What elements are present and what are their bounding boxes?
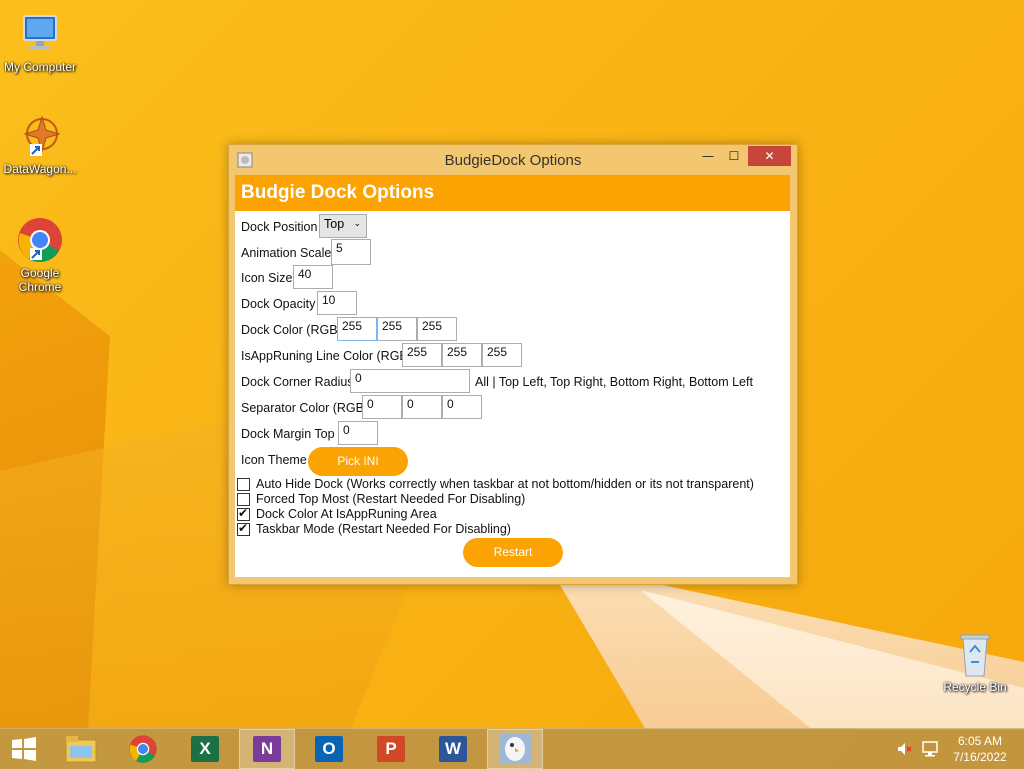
dock-color-r-input[interactable]: 255 xyxy=(337,317,377,341)
taskbar-outlook[interactable]: O xyxy=(301,729,357,769)
line-color-g-input[interactable]: 255 xyxy=(442,343,482,367)
taskbar: X N O P W 6:05 AM 7/16/2022 xyxy=(0,728,1024,769)
icon-size-label: Icon Size xyxy=(241,271,293,285)
chrome-icon xyxy=(16,216,64,264)
volume-muted-icon[interactable] xyxy=(896,741,912,760)
auto-hide-checkbox[interactable] xyxy=(237,478,250,491)
computer-icon xyxy=(16,10,64,58)
taskbar-mode-label[interactable]: Taskbar Mode (Restart Needed For Disabli… xyxy=(256,522,511,536)
corner-radius-input[interactable]: 0 xyxy=(350,369,470,393)
dock-color-area-label[interactable]: Dock Color At IsAppRuning Area xyxy=(256,507,437,521)
window-titlebar[interactable]: BudgieDock Options — ☐ ✕ xyxy=(229,145,797,175)
restart-button[interactable]: Restart xyxy=(463,538,563,567)
folder-icon xyxy=(65,736,97,763)
dock-position-label: Dock Position xyxy=(241,220,318,234)
corner-radius-label: Dock Corner Radius xyxy=(241,375,354,389)
datawagon-icon xyxy=(16,112,64,160)
clock[interactable]: 6:05 AM 7/16/2022 xyxy=(948,733,1012,765)
taskbar-excel[interactable]: X xyxy=(177,729,233,769)
taskbar-onenote[interactable]: N xyxy=(239,729,295,769)
clock-date: 7/16/2022 xyxy=(953,750,1007,764)
start-button[interactable] xyxy=(0,729,48,769)
desktop-icon-label: My Computer xyxy=(3,60,77,74)
line-color-label: IsAppRuning Line Color (RGB) xyxy=(241,349,412,363)
dock-color-label: Dock Color (RGB) xyxy=(241,323,342,337)
animation-scale-input[interactable]: 5 xyxy=(331,239,371,265)
taskbar-budgiedock[interactable] xyxy=(487,729,543,769)
taskbar-chrome[interactable] xyxy=(115,729,171,769)
icon-size-input[interactable]: 40 xyxy=(293,265,333,289)
desktop-icon-datawagon[interactable]: DataWagon... xyxy=(0,112,80,176)
dock-opacity-input[interactable]: 10 xyxy=(317,291,357,315)
outlook-icon: O xyxy=(315,736,343,762)
margin-top-input[interactable]: 0 xyxy=(338,421,378,445)
dock-position-value: Top xyxy=(324,217,345,231)
chevron-down-icon: ⌄ xyxy=(353,218,361,228)
network-icon[interactable] xyxy=(921,741,939,760)
dock-color-b-input[interactable]: 255 xyxy=(417,317,457,341)
dock-color-g-input[interactable]: 255 xyxy=(377,317,417,341)
windows-logo-icon xyxy=(12,737,36,761)
separator-color-b-input[interactable]: 0 xyxy=(442,395,482,419)
corner-radius-hint: All | Top Left, Top Right, Bottom Right,… xyxy=(475,375,753,389)
taskbar-mode-checkbox[interactable] xyxy=(237,521,250,536)
desktop-icon-recycle-bin[interactable]: Recycle Bin xyxy=(935,630,1015,694)
line-color-r-input[interactable]: 255 xyxy=(402,343,442,367)
onenote-icon: N xyxy=(253,736,281,762)
close-button[interactable]: ✕ xyxy=(748,146,791,166)
page-header: Budgie Dock Options xyxy=(235,175,790,211)
auto-hide-label[interactable]: Auto Hide Dock (Works correctly when tas… xyxy=(256,477,754,491)
taskbar-file-explorer[interactable] xyxy=(53,729,109,769)
forced-top-most-label[interactable]: Forced Top Most (Restart Needed For Disa… xyxy=(256,492,525,506)
dock-opacity-label: Dock Opacity xyxy=(241,297,316,311)
window-client: Budgie Dock Options Dock Position Top ⌄ … xyxy=(235,175,790,577)
taskbar-powerpoint[interactable]: P xyxy=(363,729,419,769)
dock-position-select[interactable]: Top ⌄ xyxy=(319,214,367,238)
line-color-b-input[interactable]: 255 xyxy=(482,343,522,367)
taskbar-word[interactable]: W xyxy=(425,729,481,769)
minimize-button[interactable]: — xyxy=(695,146,721,166)
chrome-icon xyxy=(129,735,157,763)
word-icon: W xyxy=(439,736,467,762)
icon-theme-label: Icon Theme xyxy=(241,453,307,467)
desktop-icon-label: Recycle Bin xyxy=(943,680,1007,694)
desktop-icon-label: Google Chrome xyxy=(18,266,62,294)
dock-color-area-checkbox[interactable] xyxy=(237,506,250,521)
desktop-icon-label: DataWagon... xyxy=(3,162,77,176)
recycle-bin-icon xyxy=(951,630,999,678)
separator-color-label: Separator Color (RGB) xyxy=(241,401,369,415)
clock-time: 6:05 AM xyxy=(957,734,1003,748)
animation-scale-label: Animation Scale xyxy=(241,246,332,260)
separator-color-r-input[interactable]: 0 xyxy=(362,395,402,419)
budgie-icon xyxy=(499,734,531,764)
desktop-icon-my-computer[interactable]: My Computer xyxy=(0,10,80,74)
desktop-icon-google-chrome[interactable]: Google Chrome xyxy=(0,216,80,294)
pick-ini-button[interactable]: Pick INI xyxy=(308,447,408,476)
forced-top-most-checkbox[interactable] xyxy=(237,493,250,506)
powerpoint-icon: P xyxy=(377,736,405,762)
margin-top-label: Dock Margin Top xyxy=(241,427,335,441)
maximize-button[interactable]: ☐ xyxy=(721,146,747,166)
excel-icon: X xyxy=(191,736,219,762)
separator-color-g-input[interactable]: 0 xyxy=(402,395,442,419)
budgiedock-options-window: BudgieDock Options — ☐ ✕ Budgie Dock Opt… xyxy=(228,144,798,585)
